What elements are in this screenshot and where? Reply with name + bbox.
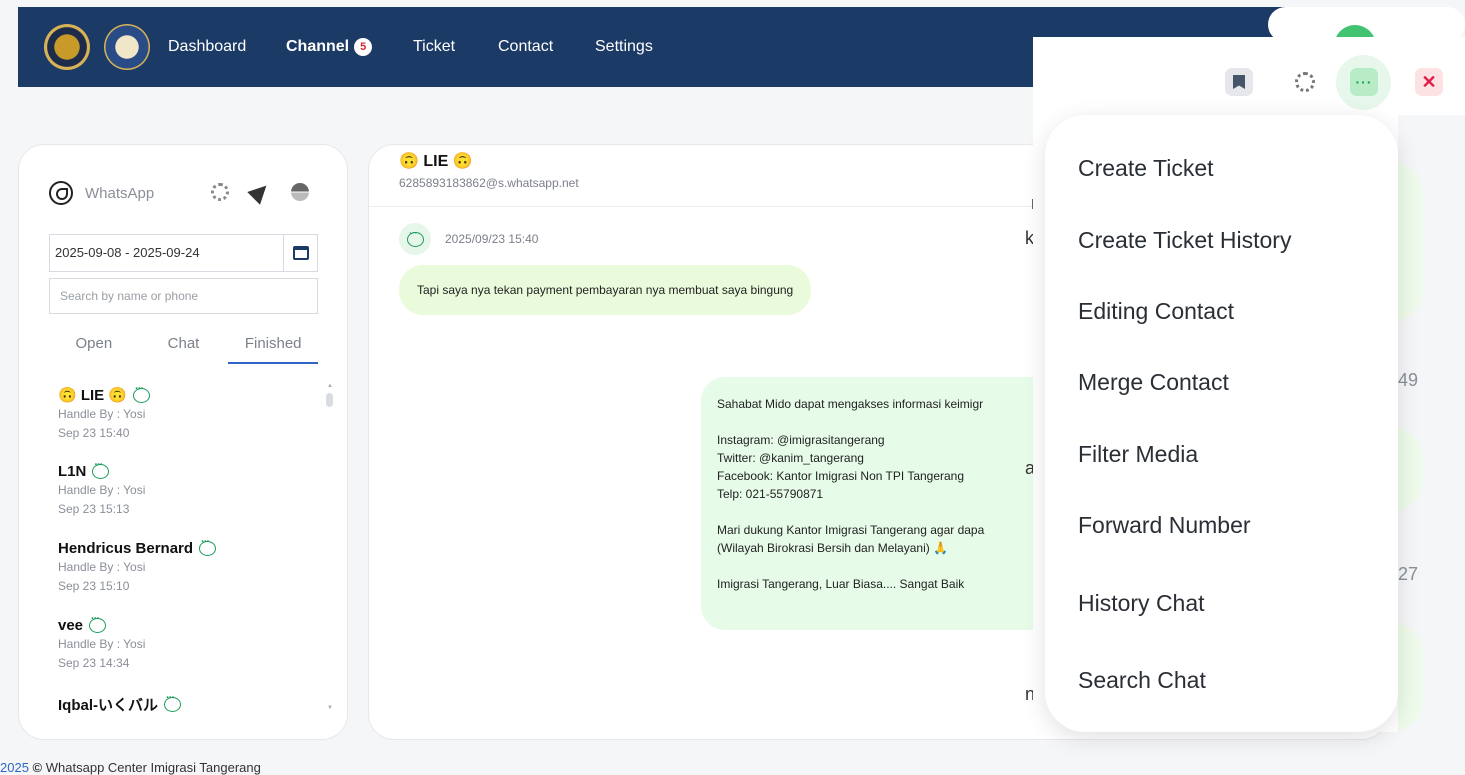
imigrasi-logo [104,24,150,70]
date-range-value: 2025-09-08 - 2025-09-24 [55,245,200,260]
options-dropdown: Create Ticket Create Ticket History Edit… [1045,115,1398,732]
calendar-icon [292,246,309,260]
nav-dashboard[interactable]: Dashboard [168,38,246,56]
nav-settings[interactable]: Settings [595,38,653,56]
chat-bubble-icon [89,613,107,633]
list-item[interactable]: L1N Handle By : Yosi Sep 23 15:13 [58,459,318,540]
chat-bubble-icon [406,227,424,247]
sidebar-header: WhatsApp [49,181,154,205]
chat-name: vee [58,617,84,634]
chat-bubble-icon [92,459,110,479]
message-avatar [399,223,431,255]
copyright-icon: © [32,760,43,775]
chat-time: Sep 23 15:10 [58,579,130,593]
message-meta: 2025/09/23 15:40 [399,223,538,255]
chat-bubble-icon [199,536,217,556]
chat-handler: Handle By : Yosi [58,637,146,651]
nav-channel-label: Channel [286,38,350,55]
tab-finished[interactable]: Finished [228,326,319,364]
loader-icon [1295,72,1315,92]
chat-handler: Handle By : Yosi [58,483,146,497]
garuda-logo [44,24,90,70]
loading-button[interactable] [1291,68,1319,96]
nav-contact[interactable]: Contact [498,38,553,56]
chat-name: 🙃 LIE 🙃 [58,387,128,404]
close-chat-button[interactable]: ✕ [1415,68,1443,96]
menu-search-chat[interactable]: Search Chat [1078,667,1206,694]
more-options-button[interactable]: ··· [1350,68,1378,96]
list-item[interactable]: 🙃 LIE 🙃 Handle By : Yosi Sep 23 15:40 [58,383,318,463]
channel-count-badge: 5 [354,38,373,56]
chat-handler: Handle By : Yosi [58,407,146,421]
status-tabs: Open Chat Finished [49,326,319,364]
send-icon[interactable] [247,179,273,205]
menu-history-chat[interactable]: History Chat [1078,590,1205,617]
chat-name: Hendricus Bernard [58,540,194,557]
scroll-down-arrow[interactable]: ▼ [327,705,333,711]
chat-time: Sep 23 15:13 [58,502,130,516]
chat-bubble-icon [133,383,151,403]
menu-editing-contact[interactable]: Editing Contact [1078,298,1234,325]
chat-handler: Handle By : Yosi [58,560,146,574]
faded-number: 49 [1398,370,1419,390]
nav-ticket[interactable]: Ticket [413,38,455,56]
menu-create-ticket-history[interactable]: Create Ticket History [1078,227,1291,254]
scrollbar-thumb[interactable] [326,393,333,407]
chat-list: 🙃 LIE 🙃 Handle By : Yosi Sep 23 15:40 L1… [58,383,318,771]
menu-forward-number[interactable]: Forward Number [1078,512,1251,539]
close-icon: ✕ [1421,72,1437,92]
bookmark-button[interactable] [1225,68,1253,96]
menu-create-ticket[interactable]: Create Ticket [1078,155,1214,182]
chat-time: Sep 23 15:40 [58,426,130,440]
calendar-button[interactable] [283,235,317,271]
search-input[interactable] [49,278,318,314]
globe-icon[interactable] [291,183,309,201]
whatsapp-icon [49,181,73,205]
list-item[interactable]: vee Handle By : Yosi Sep 23 14:34 [58,613,318,694]
date-range-field[interactable]: 2025-09-08 - 2025-09-24 [49,234,318,272]
refresh-spinner-icon[interactable] [211,183,229,201]
list-item[interactable]: Hendricus Bernard Handle By : Yosi Sep 2… [58,536,318,617]
footer-year: 2025 [0,760,29,775]
sidebar-title: WhatsApp [85,184,155,202]
bookmark-icon [1233,75,1245,89]
tab-chat[interactable]: Chat [139,326,229,364]
faded-number: 27 [1398,564,1419,584]
tab-open[interactable]: Open [49,326,139,364]
nav-channel[interactable]: Channel 5 [286,38,373,56]
more-icon: ··· [1355,74,1373,90]
background-panel-edge: 49 27 [1358,142,1465,742]
message-time: 2025/09/23 15:40 [445,232,539,246]
scroll-up-arrow[interactable]: ▲ [327,383,333,389]
menu-filter-media[interactable]: Filter Media [1078,441,1198,468]
chat-name: Iqbal-いくバル [58,697,158,714]
chat-bubble-icon [164,692,181,712]
sidebar-actions [211,179,309,205]
footer-text: Whatsapp Center Imigrasi Tangerang [45,760,261,775]
menu-merge-contact[interactable]: Merge Contact [1078,369,1229,396]
footer: 2025 © Whatsapp Center Imigrasi Tangeran… [0,760,261,775]
incoming-message: Tapi saya nya tekan payment pembayaran n… [399,265,812,315]
chat-time: Sep 23 14:34 [58,656,130,670]
chat-name: L1N [58,463,87,480]
